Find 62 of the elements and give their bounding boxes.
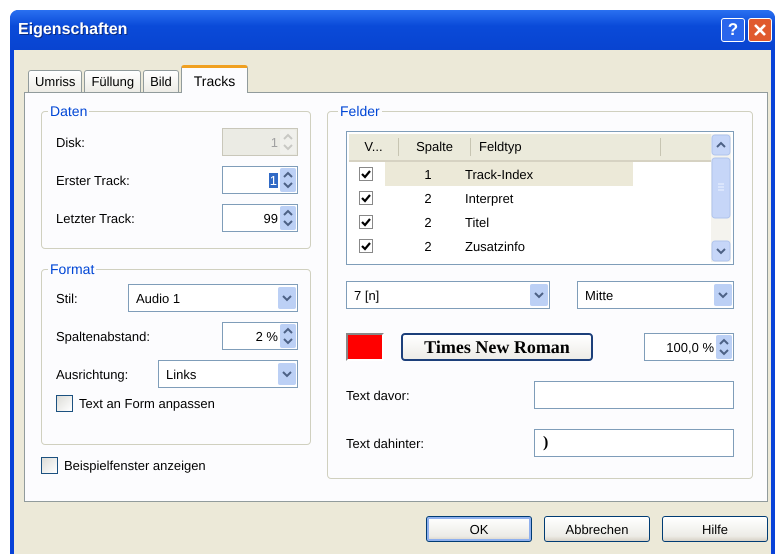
- list-row[interactable]: 2 Interpret: [385, 186, 633, 210]
- table-cell-text: Zusatzinfo: [464, 238, 526, 254]
- tab[interactable]: Umriss: [28, 70, 82, 92]
- spin-field[interactable]: 2 %: [222, 322, 298, 350]
- group-title: Felder: [339, 103, 381, 119]
- checkbox[interactable]: [56, 395, 73, 412]
- window-title: Eigenschaften: [18, 21, 128, 39]
- dropdown[interactable]: 7 [n]: [346, 281, 550, 309]
- field-label: Ausrichtung:: [56, 366, 128, 382]
- field-label: Stil:: [56, 290, 78, 306]
- scrollbar[interactable]: [711, 134, 731, 262]
- group-title: Format: [49, 261, 96, 277]
- checkbox-label: Text an Form anpassen: [79, 396, 215, 411]
- column-header[interactable]: V...: [349, 138, 399, 156]
- spin-arrows-icon[interactable]: [280, 168, 296, 192]
- spin-arrows-icon[interactable]: [280, 324, 296, 348]
- tab[interactable]: Bild: [143, 70, 179, 92]
- checkbox-label: Beispielfenster anzeigen: [64, 458, 206, 473]
- table-cell-text: Titel: [464, 214, 490, 230]
- table-cell-text: 2: [423, 214, 433, 230]
- spin-field[interactable]: 1: [222, 166, 298, 194]
- tab[interactable]: Füllung: [84, 70, 142, 92]
- text-field[interactable]: [534, 381, 734, 409]
- spin-field[interactable]: 100,0 %: [644, 333, 734, 361]
- help-button[interactable]: ?: [721, 18, 745, 42]
- dialog-button[interactable]: OK: [426, 516, 532, 542]
- field-label: Letzter Track:: [56, 210, 135, 226]
- dropdown[interactable]: Links: [158, 360, 298, 388]
- table-cell-text: 2: [423, 190, 433, 206]
- dropdown[interactable]: Mitte: [577, 281, 734, 309]
- table-cell-text: 1: [423, 166, 433, 182]
- text-field[interactable]: ): [534, 429, 734, 457]
- dropdown[interactable]: Audio 1: [128, 284, 298, 312]
- field-label: Erster Track:: [56, 172, 130, 188]
- list-row[interactable]: 2 Titel: [385, 210, 633, 234]
- column-header[interactable]: Feldtyp: [471, 138, 661, 156]
- checkbox[interactable]: [359, 215, 373, 229]
- column-header[interactable]: Spalte: [399, 138, 471, 156]
- spin-field[interactable]: 99: [222, 204, 298, 232]
- color-swatch[interactable]: [346, 333, 384, 361]
- close-button[interactable]: [748, 18, 772, 42]
- dialog-button[interactable]: Hilfe: [662, 516, 768, 542]
- checkbox[interactable]: [359, 239, 373, 253]
- checkbox[interactable]: [41, 457, 58, 474]
- spin-arrows-icon[interactable]: [716, 335, 732, 359]
- dialog-button[interactable]: Abbrechen: [544, 516, 650, 542]
- font-button[interactable]: Times New Roman: [401, 333, 593, 361]
- close-icon: [753, 23, 767, 37]
- table-cell-text: 2: [423, 238, 433, 254]
- field-label: Text dahinter:: [346, 436, 424, 450]
- tab[interactable]: Tracks: [180, 65, 248, 93]
- field-label: Text davor:: [346, 388, 410, 402]
- field-label: Disk:: [56, 134, 85, 150]
- field-label: Spaltenabstand:: [56, 328, 150, 344]
- table-cell-text: Track-Index: [464, 166, 534, 182]
- checkbox[interactable]: [359, 191, 373, 205]
- list-row[interactable]: 2 Zusatzinfo: [385, 234, 633, 258]
- spin-arrows-icon[interactable]: [280, 206, 296, 230]
- table-cell-text: Interpret: [464, 190, 514, 206]
- group-title: Daten: [49, 103, 88, 119]
- checkbox[interactable]: [359, 167, 373, 181]
- list-row[interactable]: 1 Track-Index: [385, 162, 633, 186]
